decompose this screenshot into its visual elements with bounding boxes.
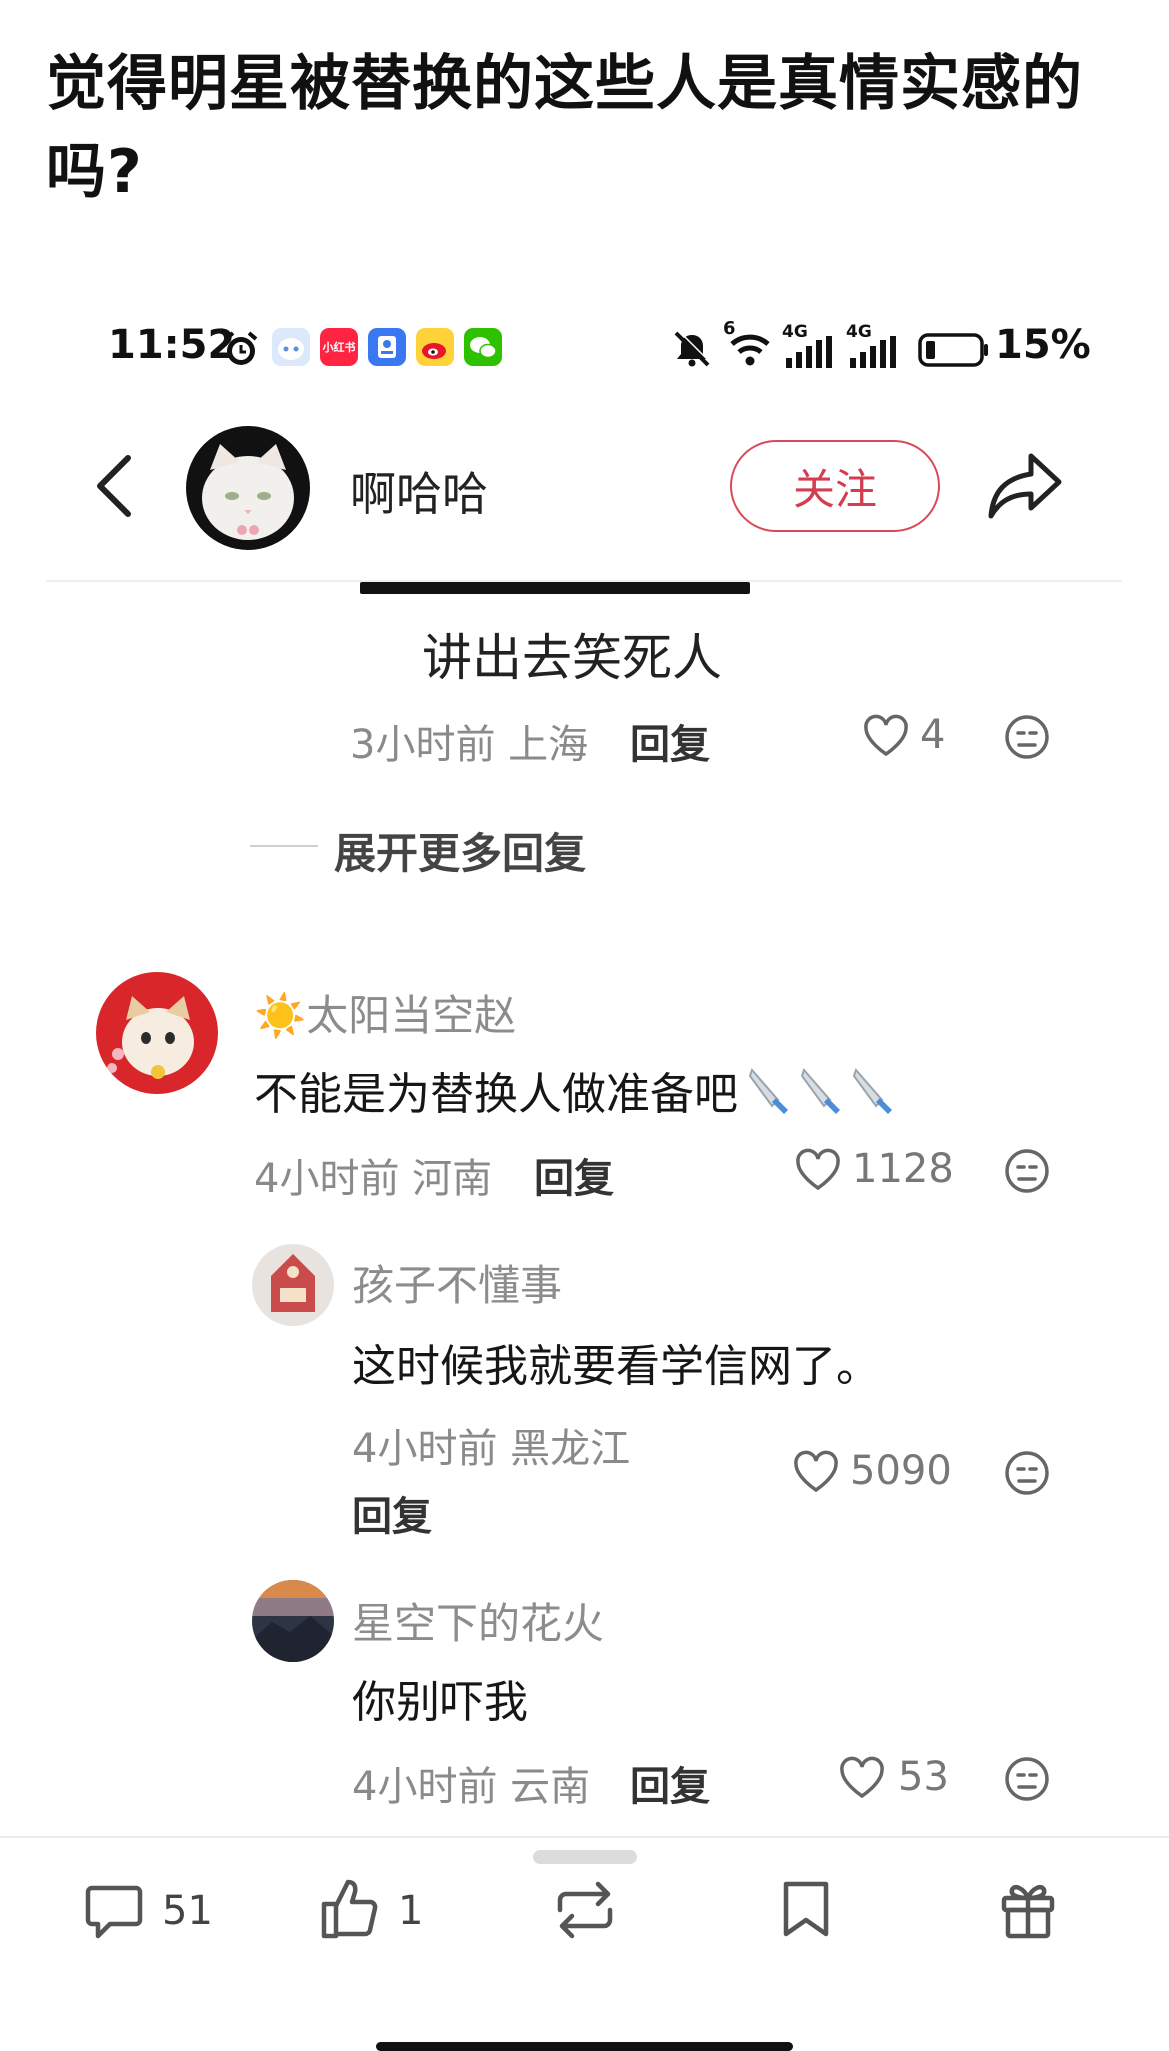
expand-line — [250, 845, 318, 847]
knife-icon — [850, 1064, 898, 1116]
reply-username[interactable]: 星空下的花火 — [352, 1590, 604, 1651]
knife-icon — [798, 1064, 846, 1116]
home-indicator — [376, 2042, 793, 2051]
knife-icon — [746, 1064, 794, 1116]
comment-text: 不能是为替换人做准备吧 — [254, 1058, 898, 1122]
repost-icon[interactable] — [550, 1880, 620, 1940]
reply-text: 你别吓我 — [352, 1677, 528, 1728]
follow-button[interactable]: 关注 — [730, 440, 940, 532]
heart-icon[interactable] — [794, 1148, 842, 1192]
reply-button[interactable]: 回复 — [630, 1754, 710, 1812]
dislike-face-icon[interactable] — [1004, 1756, 1050, 1802]
reply-time: 3小时前 — [350, 722, 496, 768]
comment-image-caption: 讲出去笑死人 — [422, 629, 722, 687]
expand-replies[interactable]: 展开更多回复 — [334, 820, 586, 881]
reply-button[interactable]: 回复 — [534, 1146, 614, 1204]
gift-icon[interactable] — [998, 1878, 1058, 1940]
comment-meta: 4小时前 河南 — [254, 1146, 492, 1204]
reply-meta: 4小时前 云南 — [352, 1754, 590, 1812]
like-count: 4 — [920, 712, 946, 758]
mute-icon — [672, 330, 712, 368]
reply-location: 黑龙江 — [510, 1426, 631, 1472]
back-button[interactable] — [92, 450, 140, 522]
dislike-face-icon[interactable] — [1004, 1148, 1050, 1194]
heart-icon[interactable] — [862, 714, 910, 758]
wifi-icon — [728, 330, 772, 368]
comment-icon[interactable] — [84, 1882, 144, 1940]
reply-button[interactable]: 回复 — [352, 1484, 432, 1542]
like-count: 1128 — [852, 1146, 954, 1192]
post-title: 觉得明星被替换的这些人是真情实感的吗? — [46, 49, 1083, 207]
bottom-divider — [0, 1836, 1169, 1838]
wechat-icon — [464, 328, 502, 366]
xiaohongshu-icon: 小红书 — [320, 328, 358, 366]
comment-location: 河南 — [412, 1156, 493, 1202]
reply-meta: 3小时前 上海 — [350, 712, 588, 770]
alarm-icon — [222, 330, 260, 368]
like-count: 53 — [898, 1754, 949, 1800]
comment-count: 51 — [162, 1888, 213, 1934]
dislike-face-icon[interactable] — [1004, 714, 1050, 760]
reply-time: 4小时前 — [352, 1426, 498, 1472]
replier-avatar[interactable] — [252, 1244, 334, 1326]
battery-percent: 15% — [995, 322, 1091, 368]
reply-time: 4小时前 — [352, 1764, 498, 1810]
status-time: 11:52 — [108, 322, 236, 368]
comment-image-edge — [360, 582, 750, 594]
bot-icon — [272, 328, 310, 366]
comment-username[interactable]: ☀️太阳当空赵 — [254, 982, 516, 1043]
bottom-action-bar — [0, 1836, 1169, 2051]
heart-icon[interactable] — [792, 1450, 840, 1494]
sun-emoji: ☀️ — [254, 991, 307, 1040]
sheet-handle[interactable] — [533, 1850, 637, 1864]
replier-avatar[interactable] — [252, 1580, 334, 1662]
like-post-count: 1 — [398, 1888, 424, 1934]
author-avatar[interactable] — [186, 426, 310, 550]
bookmark-icon[interactable] — [780, 1878, 832, 1940]
weibo-icon — [416, 328, 454, 366]
like-count: 5090 — [850, 1448, 952, 1494]
comment-time: 4小时前 — [254, 1156, 400, 1202]
reply-location: 上海 — [508, 722, 589, 768]
commenter-avatar[interactable] — [96, 972, 218, 1094]
signal-icon — [786, 336, 840, 368]
thumbs-up-icon[interactable] — [318, 1876, 380, 1940]
reply-button[interactable]: 回复 — [630, 712, 710, 770]
reply-username[interactable]: 孩子不懂事 — [352, 1252, 562, 1313]
signal-icon-2 — [850, 336, 904, 368]
dislike-face-icon[interactable] — [1004, 1450, 1050, 1496]
share-icon[interactable] — [985, 448, 1065, 524]
reply-text: 这时候我就要看学信网了。 — [352, 1341, 880, 1392]
author-name[interactable]: 啊哈哈 — [350, 458, 488, 524]
id-card-icon — [368, 328, 406, 366]
battery-icon — [918, 332, 990, 368]
heart-icon[interactable] — [838, 1756, 886, 1800]
reply-location: 云南 — [510, 1764, 591, 1810]
reply-meta: 4小时前 黑龙江 — [352, 1416, 630, 1474]
